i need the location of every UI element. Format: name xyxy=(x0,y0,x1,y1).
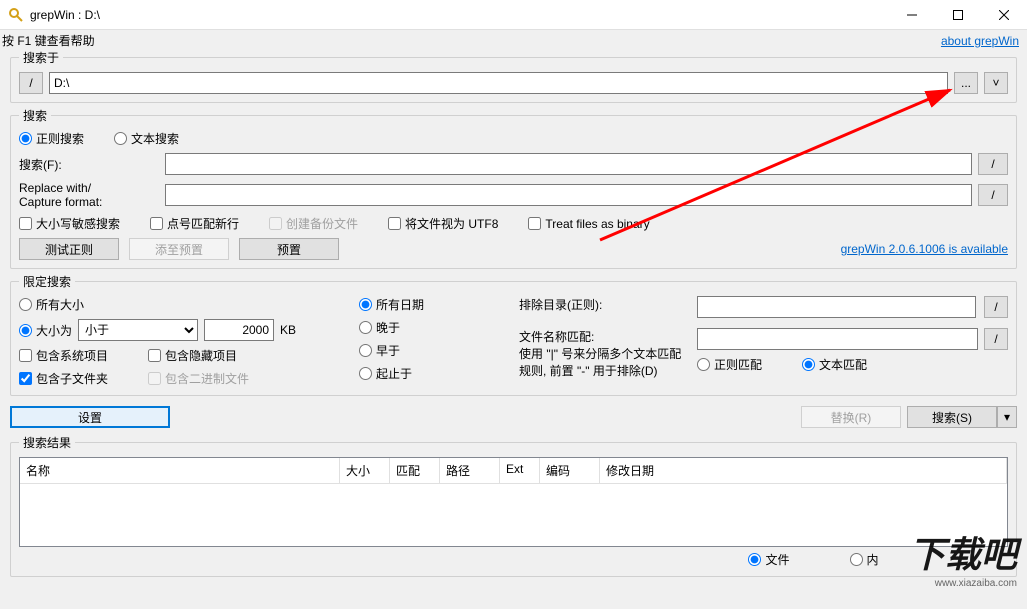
update-link[interactable]: grepWin 2.0.6.1006 is available xyxy=(841,242,1008,256)
app-icon xyxy=(8,7,24,23)
exclude-slash-button[interactable]: / xyxy=(984,296,1008,318)
size-value-input[interactable] xyxy=(204,319,274,341)
between-radio[interactable]: 起止于 xyxy=(359,365,499,382)
window-title: grepWin : D:\ xyxy=(30,8,889,22)
replace-input[interactable] xyxy=(165,184,972,206)
col-size[interactable]: 大小 xyxy=(340,458,390,483)
all-sizes-radio[interactable]: 所有大小 xyxy=(19,296,339,313)
replace-label: Replace with/ Capture format: xyxy=(19,181,159,209)
add-preset-button: 添至预置 xyxy=(129,238,229,260)
regex-search-radio[interactable]: 正则搜索 xyxy=(19,130,84,147)
text-match-radio[interactable]: 文本匹配 xyxy=(802,356,867,373)
col-ext[interactable]: Ext xyxy=(500,458,540,483)
path-slash-button[interactable]: / xyxy=(19,72,43,94)
exclude-dirs-label: 排除目录(正则): xyxy=(519,296,689,313)
search-group: 搜索 正则搜索 文本搜索 搜索(F): / Replace with/ Capt… xyxy=(10,107,1017,269)
search-for-label: 搜索(F): xyxy=(19,156,159,173)
maximize-button[interactable] xyxy=(935,0,981,30)
search-slash-button[interactable]: / xyxy=(978,153,1008,175)
all-dates-radio[interactable]: 所有日期 xyxy=(359,296,499,313)
result-file-radio[interactable]: 文件 xyxy=(748,551,789,568)
replace-button: 替换(R) xyxy=(801,406,901,428)
search-path-input[interactable] xyxy=(49,72,948,94)
test-regex-button[interactable]: 测试正则 xyxy=(19,238,119,260)
size-unit-label: KB xyxy=(280,323,296,337)
filename-match-label: 文件名称匹配: 使用 "|" 号来分隔多个文本匹配 规则, 前置 "-" 用于排… xyxy=(519,328,689,379)
results-table[interactable]: 名称 大小 匹配 路径 Ext 编码 修改日期 xyxy=(19,457,1008,547)
limit-group: 限定搜索 所有大小 大小为 小于 KB 包含系统项目 包含子文件夹 包含隐藏项目… xyxy=(10,273,1017,396)
search-dropdown-button[interactable]: ▾ xyxy=(997,406,1017,428)
case-sensitive-check[interactable]: 大小写敏感搜索 xyxy=(19,215,120,232)
col-encoding[interactable]: 编码 xyxy=(540,458,600,483)
help-hint: 按 F1 键查看帮助 xyxy=(2,32,941,49)
size-is-radio[interactable]: 大小为 xyxy=(19,322,72,339)
presets-button[interactable]: 预置 xyxy=(239,238,339,260)
filename-match-input[interactable] xyxy=(697,328,978,350)
utf8-check[interactable]: 将文件视为 UTF8 xyxy=(388,215,498,232)
regex-match-radio[interactable]: 正则匹配 xyxy=(697,356,762,373)
dot-newline-check[interactable]: 点号匹配新行 xyxy=(150,215,239,232)
include-subfolders-check[interactable]: 包含子文件夹 xyxy=(19,370,108,387)
settings-button[interactable]: 设置 xyxy=(10,406,170,428)
include-system-check[interactable]: 包含系统项目 xyxy=(19,347,108,364)
path-dropdown-button[interactable]: ˅ xyxy=(984,72,1008,94)
result-content-radio[interactable]: 内 xyxy=(850,551,879,568)
col-path[interactable]: 路径 xyxy=(440,458,500,483)
col-name[interactable]: 名称 xyxy=(20,458,340,483)
search-button[interactable]: 搜索(S) xyxy=(907,406,997,428)
older-than-radio[interactable]: 早于 xyxy=(359,342,499,359)
results-legend: 搜索结果 xyxy=(19,434,75,451)
search-input[interactable] xyxy=(165,153,972,175)
close-button[interactable] xyxy=(981,0,1027,30)
replace-slash-button[interactable]: / xyxy=(978,184,1008,206)
size-op-select[interactable]: 小于 xyxy=(78,319,198,341)
newer-than-radio[interactable]: 晚于 xyxy=(359,319,499,336)
browse-button[interactable]: ... xyxy=(954,72,978,94)
include-hidden-check[interactable]: 包含隐藏项目 xyxy=(148,347,249,364)
binary-check[interactable]: Treat files as binary xyxy=(528,215,649,232)
col-modified[interactable]: 修改日期 xyxy=(600,458,1007,483)
search-legend: 搜索 xyxy=(19,107,51,124)
about-link[interactable]: about grepWin xyxy=(941,34,1019,48)
search-in-group: 搜索于 / ... ˅ xyxy=(10,49,1017,103)
limit-legend: 限定搜索 xyxy=(19,273,75,290)
include-binary-check: 包含二进制文件 xyxy=(148,370,249,387)
col-matches[interactable]: 匹配 xyxy=(390,458,440,483)
filename-slash-button[interactable]: / xyxy=(984,328,1008,350)
search-in-legend: 搜索于 xyxy=(19,49,63,66)
minimize-button[interactable] xyxy=(889,0,935,30)
exclude-dirs-input[interactable] xyxy=(697,296,976,318)
create-backup-check: 创建备份文件 xyxy=(269,215,358,232)
text-search-radio[interactable]: 文本搜索 xyxy=(114,130,179,147)
results-group: 搜索结果 名称 大小 匹配 路径 Ext 编码 修改日期 文件 内 xyxy=(10,434,1017,577)
